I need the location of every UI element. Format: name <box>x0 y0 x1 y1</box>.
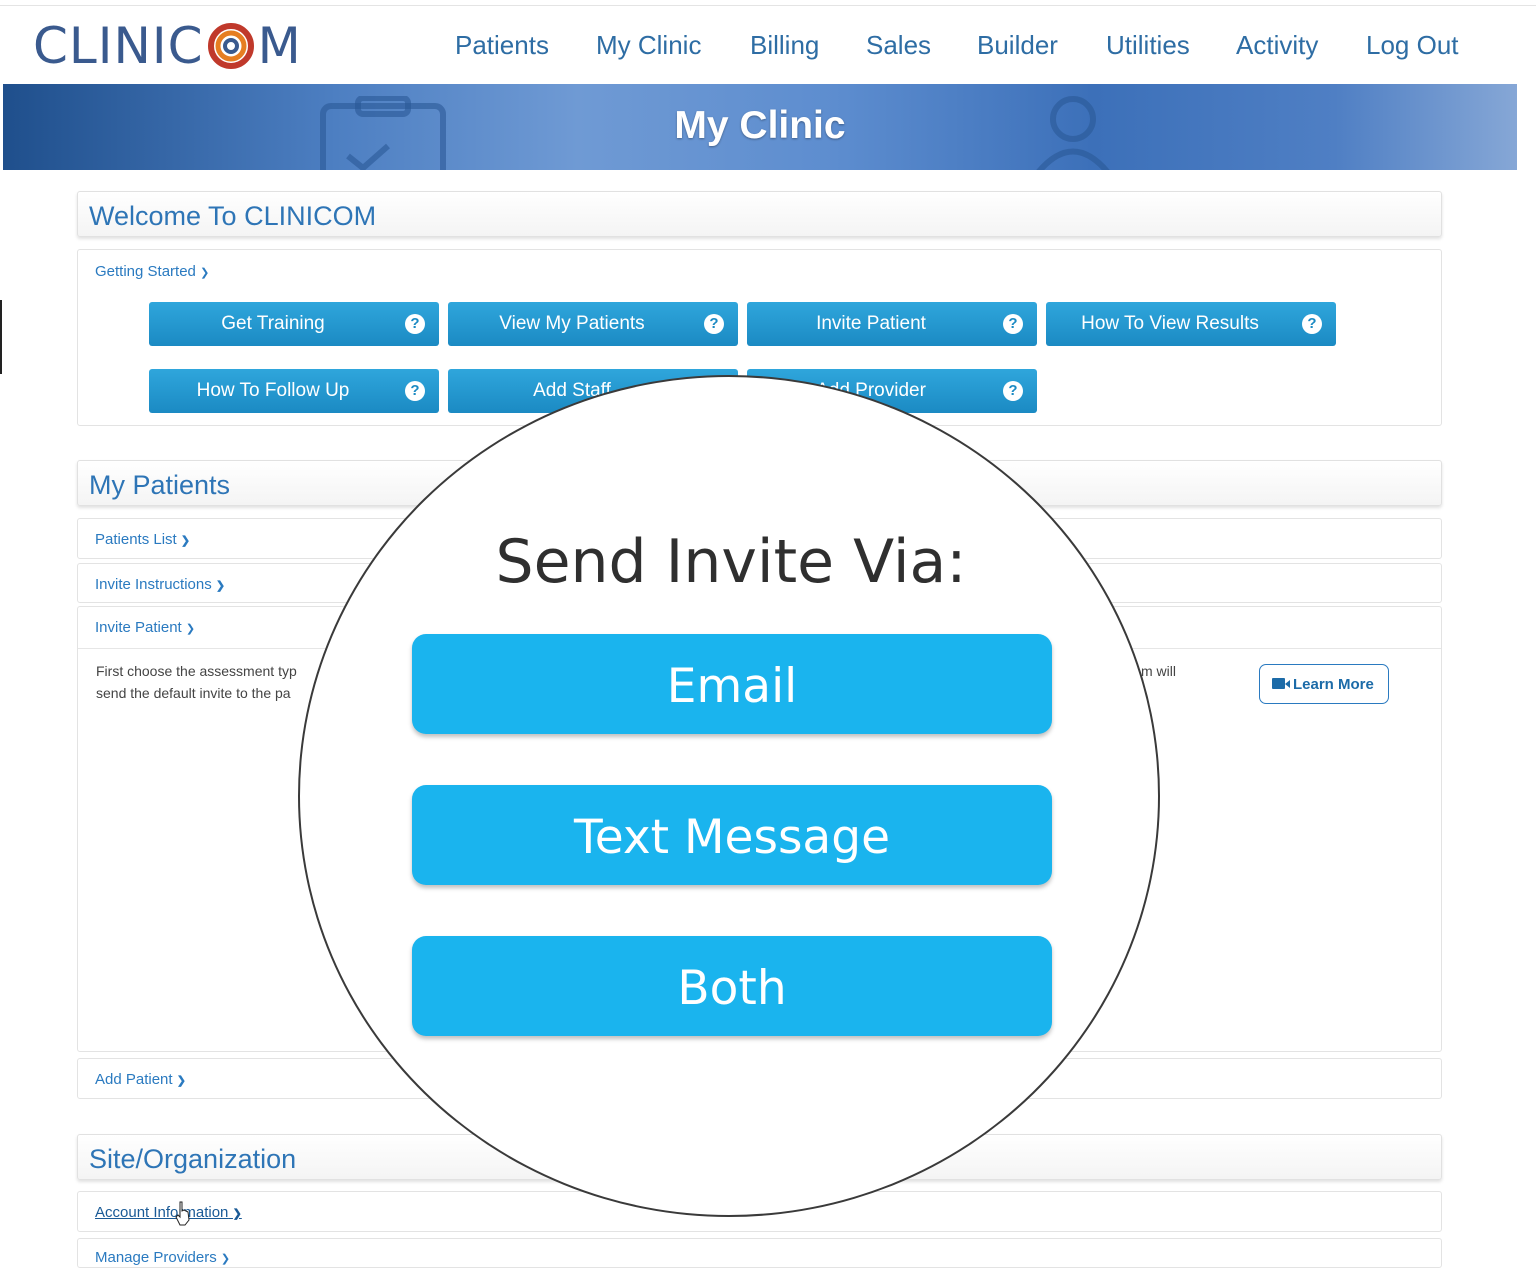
text-message-option-button[interactable]: Text Message <box>412 785 1052 885</box>
send-invite-magnifier: Send Invite Via: Email Text Message Both <box>298 375 1160 1217</box>
nav-billing[interactable]: Billing <box>750 30 819 61</box>
invite-text-line-1-end: m will <box>1141 663 1176 679</box>
text-message-option-label: Text Message <box>574 810 890 865</box>
help-icon[interactable]: ? <box>1302 314 1322 334</box>
add-patient-label: Add Patient <box>95 1071 173 1088</box>
chevron-right-icon: ❯ <box>176 1075 186 1087</box>
getting-started-label: Getting Started <box>95 263 196 280</box>
view-my-patients-button[interactable]: View My Patients ? <box>448 302 738 346</box>
chevron-right-icon: ❯ <box>215 580 226 592</box>
nav-builder[interactable]: Builder <box>977 30 1058 61</box>
both-option-label: Both <box>677 961 787 1016</box>
chevron-down-icon: ❯ <box>200 267 210 279</box>
edge-marker <box>0 300 2 374</box>
nav-sales[interactable]: Sales <box>866 30 931 61</box>
top-divider <box>0 5 1536 6</box>
banner-title: My Clinic <box>674 104 846 147</box>
getting-started-toggle[interactable]: Getting Started ❯ <box>95 263 209 280</box>
logo-swirl-icon <box>207 23 254 69</box>
account-information-link[interactable]: Account Information ❯ <box>95 1204 242 1221</box>
help-icon[interactable]: ? <box>405 381 425 401</box>
logo-text-right: M <box>257 17 302 75</box>
chevron-down-icon: ❯ <box>220 1253 231 1265</box>
welcome-title: Welcome To CLINICOM <box>89 201 377 231</box>
page-banner: My Clinic <box>3 84 1517 170</box>
how-to-view-results-button[interactable]: How To View Results ? <box>1046 302 1336 346</box>
get-training-button[interactable]: Get Training ? <box>149 302 439 346</box>
button-label: How To View Results <box>1081 313 1259 334</box>
learn-more-button[interactable]: Learn More <box>1259 664 1389 704</box>
patients-list-label: Patients List <box>95 531 177 548</box>
nav-patients[interactable]: Patients <box>455 30 549 61</box>
logo-text-left: CLINIC <box>33 17 204 75</box>
invite-patient-button[interactable]: Invite Patient ? <box>747 302 1037 346</box>
how-to-follow-up-button[interactable]: How To Follow Up ? <box>149 369 439 413</box>
button-label: View My Patients <box>499 313 645 334</box>
clinicom-logo[interactable]: CLINIC M <box>33 17 302 75</box>
my-patients-title: My Patients <box>89 470 231 500</box>
email-option-label: Email <box>666 659 798 714</box>
invite-text-line-1: First choose the assessment typ <box>96 663 297 679</box>
chevron-down-icon: ❯ <box>185 623 196 635</box>
learn-more-label: Learn More <box>1293 676 1374 693</box>
video-camera-icon <box>1272 678 1290 689</box>
account-information-label: Account Information <box>95 1204 229 1221</box>
both-option-button[interactable]: Both <box>412 936 1052 1036</box>
invite-patient-label: Invite Patient <box>95 619 182 636</box>
nav-utilities[interactable]: Utilities <box>1106 30 1190 61</box>
help-icon[interactable]: ? <box>1003 381 1023 401</box>
patients-list-link[interactable]: Patients List ❯ <box>95 531 190 548</box>
email-option-button[interactable]: Email <box>412 634 1052 734</box>
help-icon[interactable]: ? <box>405 314 425 334</box>
invite-text-line-2: send the default invite to the pa <box>96 685 291 701</box>
chevron-right-icon: ❯ <box>180 535 191 547</box>
button-label: How To Follow Up <box>196 380 350 401</box>
invite-patient-toggle[interactable]: Invite Patient ❯ <box>95 619 195 636</box>
manage-providers-row[interactable]: Manage Providers ❯ <box>77 1238 1442 1268</box>
nav-my-clinic[interactable]: My Clinic <box>596 30 701 61</box>
help-icon[interactable]: ? <box>1003 314 1023 334</box>
button-label: Invite Patient <box>816 313 926 334</box>
send-invite-title: Send Invite Via: <box>495 527 967 597</box>
invite-instructions-link[interactable]: Invite Instructions ❯ <box>95 576 225 593</box>
button-label: Get Training <box>221 313 325 334</box>
hand-cursor-icon <box>175 1201 190 1226</box>
help-icon[interactable]: ? <box>704 314 724 334</box>
chevron-right-icon: ❯ <box>232 1208 242 1220</box>
nav-activity[interactable]: Activity <box>1236 30 1318 61</box>
invite-instructions-label: Invite Instructions <box>95 576 212 593</box>
nav-log-out[interactable]: Log Out <box>1366 30 1459 61</box>
add-patient-link[interactable]: Add Patient ❯ <box>95 1071 186 1088</box>
site-organization-title: Site/Organization <box>89 1144 297 1174</box>
welcome-panel-header: Welcome To CLINICOM <box>77 191 1442 237</box>
